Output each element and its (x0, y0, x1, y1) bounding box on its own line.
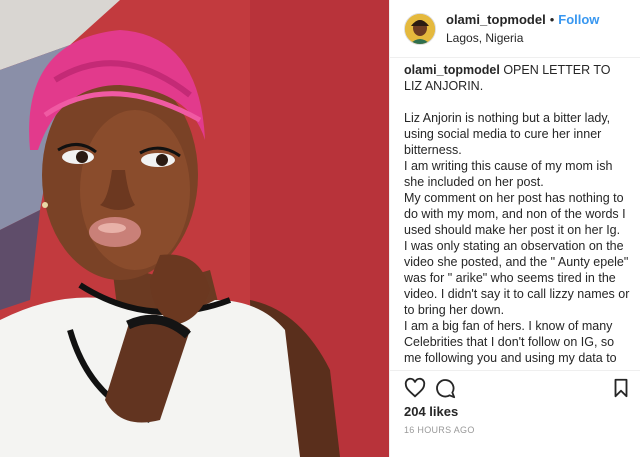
caption: olami_topmodel OPEN LETTER TO LIZ ANJORI… (404, 62, 632, 366)
caption-body: Liz Anjorin is nothing but a bitter lady… (404, 111, 630, 365)
post-sidebar: olami_topmodel • Follow Lagos, Nigeria o… (389, 0, 640, 457)
post-photo[interactable] (0, 0, 389, 457)
header-text: olami_topmodel • Follow Lagos, Nigeria (446, 12, 599, 46)
avatar-image (405, 13, 435, 44)
avatar[interactable] (404, 12, 436, 45)
action-bar (390, 370, 640, 403)
heart-icon[interactable] (404, 377, 426, 399)
bookmark-icon[interactable] (610, 377, 632, 399)
header-line: olami_topmodel • Follow (446, 12, 599, 28)
separator-dot: • (549, 11, 555, 27)
username-link[interactable]: olami_topmodel (446, 12, 546, 28)
caption-heading: olami_topmodel OPEN LETTER TO LIZ ANJORI… (404, 62, 632, 94)
likes-count[interactable]: 204 likes (404, 404, 458, 419)
comment-icon[interactable] (434, 377, 456, 399)
follow-button[interactable]: Follow (558, 12, 599, 28)
location-link[interactable]: Lagos, Nigeria (446, 30, 599, 46)
portrait-image (0, 0, 389, 457)
post-timestamp: 16 HOURS AGO (404, 425, 475, 435)
instagram-post: olami_topmodel • Follow Lagos, Nigeria o… (0, 0, 640, 457)
post-header: olami_topmodel • Follow Lagos, Nigeria (390, 0, 640, 58)
caption-username[interactable]: olami_topmodel (404, 63, 500, 77)
